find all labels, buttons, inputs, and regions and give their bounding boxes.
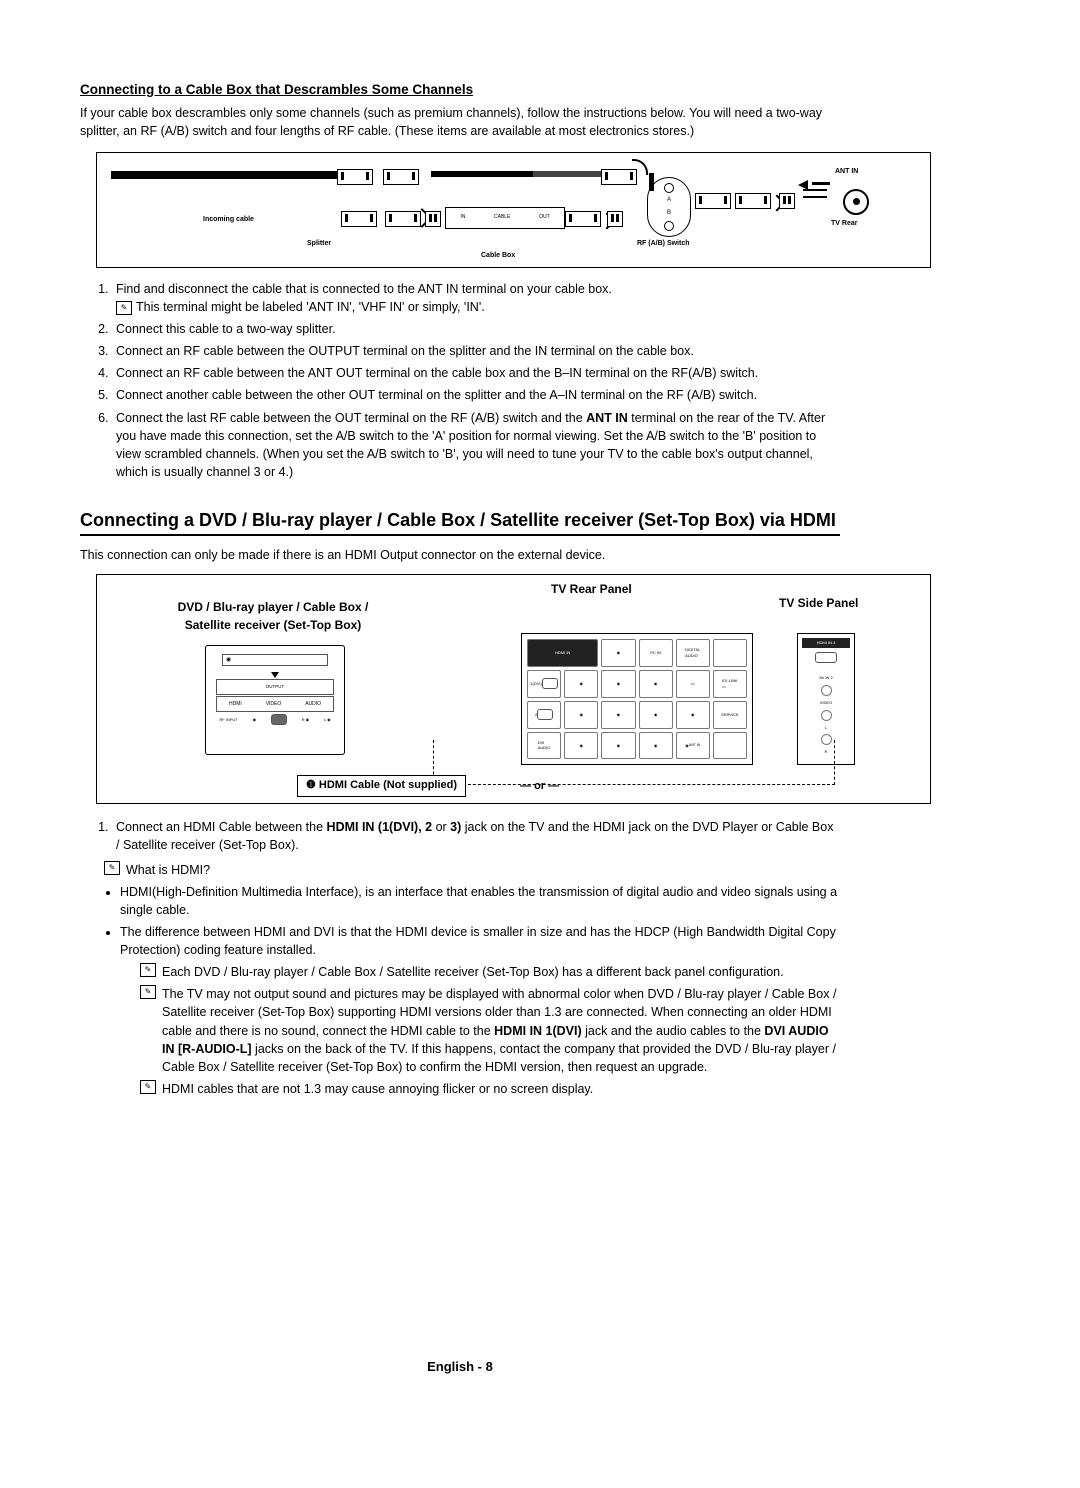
section1-title: Connecting to a Cable Box that Descrambl…	[80, 80, 840, 100]
section1-steps: Find and disconnect the cable that is co…	[112, 280, 840, 481]
tv-side-label: TV Side Panel	[779, 595, 858, 612]
step1: Find and disconnect the cable that is co…	[112, 280, 840, 316]
device-hdmi-label: HDMI	[229, 701, 242, 708]
step5: Connect another cable between the other …	[112, 386, 840, 404]
section2-steps: Connect an HDMI Cable between the HDMI I…	[112, 818, 840, 854]
diagram-hdmi: DVD / Blu-ray player / Cable Box / Satel…	[96, 574, 931, 804]
device-rf-label: RF INPUT	[219, 717, 237, 723]
device-video-label: VIDEO	[266, 701, 282, 708]
s2-1c: or	[432, 820, 450, 834]
or-label: — or —	[520, 779, 559, 795]
step6-b: ANT IN	[586, 411, 628, 425]
step6-a: Connect the last RF cable between the OU…	[116, 411, 586, 425]
diag-cable-label: CABLE	[494, 214, 510, 221]
note-icon: ✎	[104, 861, 120, 875]
s2-1d: 3)	[450, 820, 461, 834]
splitter-label: Splitter	[307, 239, 331, 249]
note-n2: The TV may not output sound and pictures…	[162, 985, 840, 1076]
note-icon: ✎	[116, 301, 132, 315]
s2-1a: Connect an HDMI Cable between the	[116, 820, 327, 834]
note-icon: ✎	[140, 1080, 156, 1094]
section2-title: Connecting a DVD / Blu-ray player / Cabl…	[80, 507, 840, 533]
step2: Connect this cable to a two-way splitter…	[112, 320, 840, 338]
device-label: DVD / Blu-ray player / Cable Box / Satel…	[173, 599, 373, 634]
hdmi-bullets: HDMI(High-Definition Multimedia Interfac…	[120, 883, 840, 960]
tvrear-label: TV Rear	[831, 219, 857, 229]
diag-in-label: IN	[460, 214, 465, 221]
note-n3: HDMI cables that are not 1.3 may cause a…	[162, 1080, 840, 1098]
step4: Connect an RF cable between the ANT OUT …	[112, 364, 840, 382]
note-icon: ✎	[140, 963, 156, 977]
switch-a-label: A	[667, 196, 671, 205]
dvd-device-box: ◉ OUTPUT HDMI VIDEO AUDIO RF INPUT ◉ R ◉…	[205, 645, 345, 755]
antin-label: ANT IN	[835, 167, 858, 177]
tv-rear-label: TV Rear Panel	[551, 581, 632, 598]
note-icon: ✎	[140, 985, 156, 999]
step1-text: Find and disconnect the cable that is co…	[116, 282, 612, 296]
what-is-hdmi: What is HDMI?	[126, 861, 840, 879]
page-footer: English - 8	[80, 1358, 840, 1377]
s2-step1: Connect an HDMI Cable between the HDMI I…	[112, 818, 840, 854]
step3: Connect an RF cable between the OUTPUT t…	[112, 342, 840, 360]
diagram-cablebox: IN CABLE OUT A B Incoming cable Splitter	[96, 152, 931, 268]
note-n1: Each DVD / Blu-ray player / Cable Box / …	[162, 963, 840, 981]
n2b: HDMI IN 1(DVI)	[494, 1024, 582, 1038]
section2-intro: This connection can only be made if ther…	[80, 546, 840, 564]
hdmi-b1: HDMI(High-Definition Multimedia Interfac…	[120, 883, 840, 919]
incoming-cable-label: Incoming cable	[203, 215, 254, 225]
device-output-label: OUTPUT	[266, 684, 285, 691]
cablebox-label: Cable Box	[481, 251, 515, 261]
step1-note: This terminal might be labeled 'ANT IN',…	[136, 300, 485, 314]
hdmi-cable-dashed	[433, 740, 835, 785]
hdmi-b2: The difference between HDMI and DVI is t…	[120, 923, 840, 959]
section1-intro: If your cable box descrambles only some …	[80, 104, 840, 140]
n2c: jack and the audio cables to the	[582, 1024, 765, 1038]
switch-b-label: B	[667, 209, 671, 218]
rfswitch-label: RF (A/B) Switch	[637, 239, 690, 249]
s2-1b: HDMI IN (1(DVI), 2	[327, 820, 433, 834]
step6: Connect the last RF cable between the OU…	[112, 409, 840, 482]
or-text: or	[534, 780, 545, 792]
device-audio-label: AUDIO	[305, 701, 321, 708]
n2e: jacks on the back of the TV. If this hap…	[162, 1042, 836, 1074]
hdmi-cable-caption: ❶ HDMI Cable (Not supplied)	[297, 775, 466, 797]
diag-out-label: OUT	[539, 214, 550, 221]
section2-rule	[80, 534, 840, 536]
